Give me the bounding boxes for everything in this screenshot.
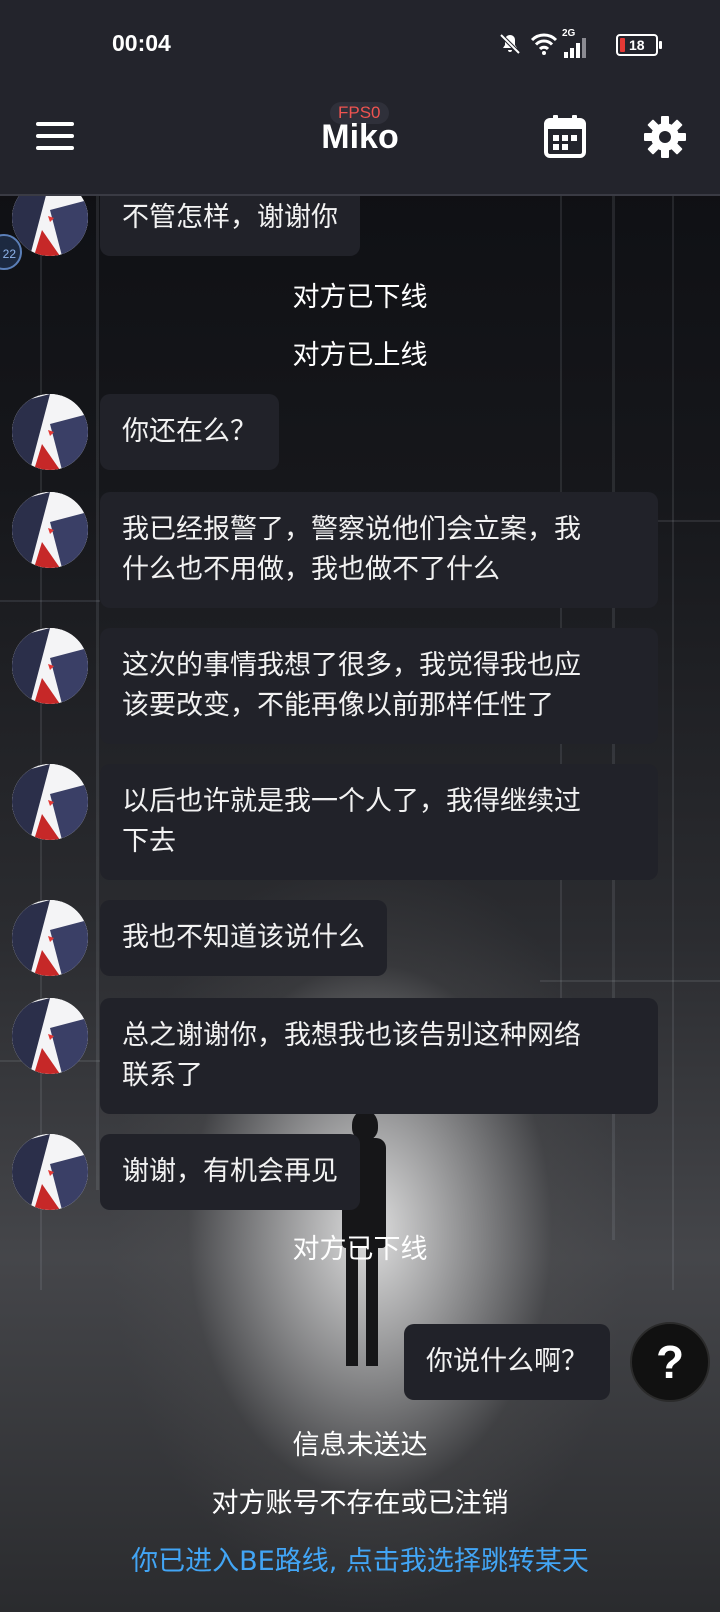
- message-line: 总之谢谢你，我想我也该告别这种网络: [122, 1020, 581, 1051]
- status-time: 00:04: [112, 30, 171, 56]
- incoming-message[interactable]: 谢谢，有机会再见: [100, 1134, 360, 1210]
- system-notice: 对方账号不存在或已注销: [211, 1488, 509, 1519]
- incoming-message[interactable]: 以后也许就是我一个人了，我得继续过 下去: [100, 764, 658, 880]
- be-route-link[interactable]: 你已进入BE路线, 点击我选择跳转某天: [0, 1542, 720, 1582]
- chat-screen: 00:04 2G 18 FPS0 Miko 22 不管怎样，谢谢你 对方已下线 …: [0, 0, 720, 1612]
- incoming-message[interactable]: 你还在么？: [100, 394, 279, 470]
- avatar-image: [12, 900, 88, 976]
- wifi-icon: [530, 33, 558, 55]
- message-line: 联系了: [122, 1060, 203, 1091]
- avatar[interactable]: [12, 1134, 88, 1210]
- avatar[interactable]: [12, 900, 88, 976]
- avatar-image: [12, 998, 88, 1074]
- avatar-image: [12, 764, 88, 840]
- avatar-image: [12, 628, 88, 704]
- avatar[interactable]: [12, 394, 88, 470]
- message-line: 我已经报警了，警察说他们会立案，我: [122, 514, 581, 545]
- incoming-message[interactable]: 总之谢谢你，我想我也该告别这种网络 联系了: [100, 998, 658, 1114]
- battery-percent: 18: [629, 37, 645, 53]
- message-list[interactable]: 22 不管怎样，谢谢你 对方已下线 对方已上线 你还在么？ 我已经报警了，警察说…: [0, 0, 720, 1612]
- system-notice: 信息未送达: [292, 1430, 428, 1461]
- calendar-icon[interactable]: [544, 114, 586, 158]
- top-app-bar: 00:04 2G 18 FPS0 Miko: [0, 0, 720, 196]
- system-notice: 对方已下线: [292, 1234, 428, 1265]
- message-line: 以后也许就是我一个人了，我得继续过: [122, 786, 581, 817]
- incoming-message[interactable]: 我已经报警了，警察说他们会立案，我 什么也不用做，我也做不了什么: [100, 492, 658, 608]
- app-title: Miko: [321, 118, 399, 156]
- message-line: 这次的事情我想了很多，我觉得我也应: [122, 650, 581, 681]
- system-notice: 对方已上线: [292, 340, 428, 371]
- avatar[interactable]: [12, 998, 88, 1074]
- avatar-image: [12, 1134, 88, 1210]
- battery-level: [620, 38, 625, 52]
- system-notice: 对方已下线: [292, 282, 428, 313]
- gear-icon[interactable]: [644, 116, 686, 158]
- message-line: 该要改变，不能再像以前那样任性了: [122, 690, 554, 721]
- avatar-image: [12, 394, 88, 470]
- incoming-message[interactable]: 这次的事情我想了很多，我觉得我也应 该要改变，不能再像以前那样任性了: [100, 628, 658, 744]
- app-title-area: FPS0 Miko: [310, 102, 410, 162]
- status-icons: 2G 18: [498, 28, 662, 60]
- signal-icon: [564, 38, 586, 58]
- message-line: 下去: [122, 826, 176, 857]
- avatar[interactable]: [12, 764, 88, 840]
- incoming-message[interactable]: 我也不知道该说什么: [100, 900, 387, 976]
- help-button[interactable]: ?: [630, 1322, 710, 1402]
- outgoing-message[interactable]: 你说什么啊？: [404, 1324, 610, 1400]
- menu-icon[interactable]: [36, 122, 76, 152]
- bell-muted-icon: [499, 33, 521, 55]
- avatar[interactable]: [12, 492, 88, 568]
- avatar-image: [12, 492, 88, 568]
- avatar[interactable]: [12, 628, 88, 704]
- battery-icon: 18: [616, 34, 662, 56]
- message-line: 什么也不用做，我也做不了什么: [122, 554, 500, 585]
